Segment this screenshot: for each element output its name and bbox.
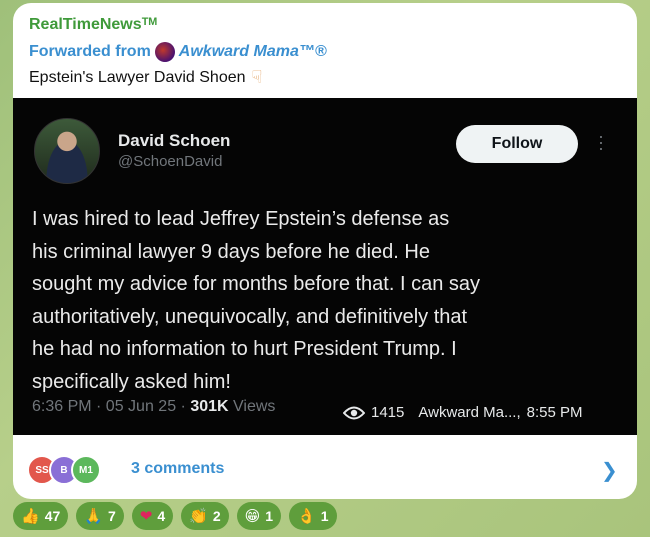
- grin-icon: 😁: [244, 508, 261, 525]
- message-caption: Epstein's Lawyer David Shoen ☟: [29, 67, 262, 88]
- pray-icon: 🙏: [84, 508, 103, 525]
- tweet-text: I was hired to lead Jeffrey Epstein’s de…: [32, 203, 622, 398]
- clap-icon: 👏: [189, 508, 208, 525]
- pointing-down-icon: ☟: [251, 67, 263, 87]
- tweet-author-name: David Schoen: [118, 131, 231, 150]
- reaction-count: 4: [157, 508, 166, 524]
- tweet-line: his criminal lawyer 9 days before he die…: [32, 240, 430, 263]
- reaction-count: 1: [320, 508, 329, 524]
- tweet-screenshot[interactable]: David Schoen @SchoenDavid Follow · · · I w…: [13, 98, 637, 435]
- tweet-line: specifically asked him!: [32, 370, 231, 393]
- tweet-line: authoritatively, unequivocally, and defi…: [32, 305, 468, 328]
- chevron-right-icon[interactable]: ❯: [601, 458, 618, 483]
- views-count: 1415: [371, 404, 405, 421]
- reaction-heart[interactable]: ❤ 4: [131, 502, 174, 530]
- reaction-thumbs-up[interactable]: 👍 47: [13, 502, 69, 530]
- reaction-count: 2: [212, 508, 221, 524]
- more-options-icon: · · ·: [598, 126, 604, 158]
- tweet-line: I was hired to lead Jeffrey Epstein’s de…: [32, 208, 450, 230]
- reaction-clap[interactable]: 👏 2: [181, 502, 229, 530]
- tweet-views-label: Views: [228, 398, 276, 415]
- reaction-count: 47: [44, 508, 61, 524]
- reaction-grin[interactable]: 😁 1: [236, 502, 282, 530]
- ok-hand-icon: 👌: [297, 508, 316, 525]
- reaction-count: 7: [107, 508, 116, 524]
- avatar: M1: [71, 455, 101, 485]
- forwarded-source: Awkward Mama™®: [178, 43, 327, 60]
- eye-icon: [343, 406, 365, 419]
- reaction-count: 1: [265, 508, 274, 524]
- forwarded-header[interactable]: Forwarded from Awkward Mama™®: [29, 42, 327, 62]
- reaction-pray[interactable]: 🙏 7: [76, 502, 124, 530]
- tweet-views-count: 301K: [190, 398, 229, 415]
- tweet-meta: 6:36 PM · 05 Jun 25 · 301K Views: [32, 398, 275, 416]
- post-meta: 1415 Awkward Ma..., 8:55 PM: [343, 404, 583, 421]
- comments-bar[interactable]: SS B M1 3 comments ❯: [13, 451, 637, 491]
- thumbs-up-icon: 👍: [21, 508, 40, 525]
- tweet-line: sought my advice for months before that.…: [32, 273, 481, 295]
- channel-name[interactable]: RealTimeNewsᵀᴹ: [29, 16, 157, 34]
- forwarded-prefix: Forwarded from: [29, 43, 151, 60]
- comments-label[interactable]: 3 comments: [131, 460, 224, 478]
- tweet-author-handle: @SchoenDavid: [118, 153, 223, 170]
- avatar: [34, 118, 100, 184]
- message-bubble: RealTimeNewsᵀᴹ Forwarded from Awkward Ma…: [13, 3, 637, 499]
- follow-button: Follow: [456, 125, 578, 163]
- forwarded-avatar: [154, 42, 175, 62]
- reaction-ok-hand[interactable]: 👌 1: [289, 502, 337, 530]
- tweet-line: he had no information to hurt President …: [32, 338, 457, 360]
- post-author: Awkward Ma...,: [418, 404, 521, 421]
- heart-icon: ❤: [139, 508, 153, 525]
- reactions-bar: 👍 47 🙏 7 ❤ 4 👏 2 😁 1 👌 1: [13, 502, 337, 532]
- caption-text: Epstein's Lawyer David Shoen: [29, 68, 246, 86]
- tweet-time: 6:36 PM · 05 Jun 25 ·: [32, 398, 191, 415]
- post-time: 8:55 PM: [526, 404, 583, 421]
